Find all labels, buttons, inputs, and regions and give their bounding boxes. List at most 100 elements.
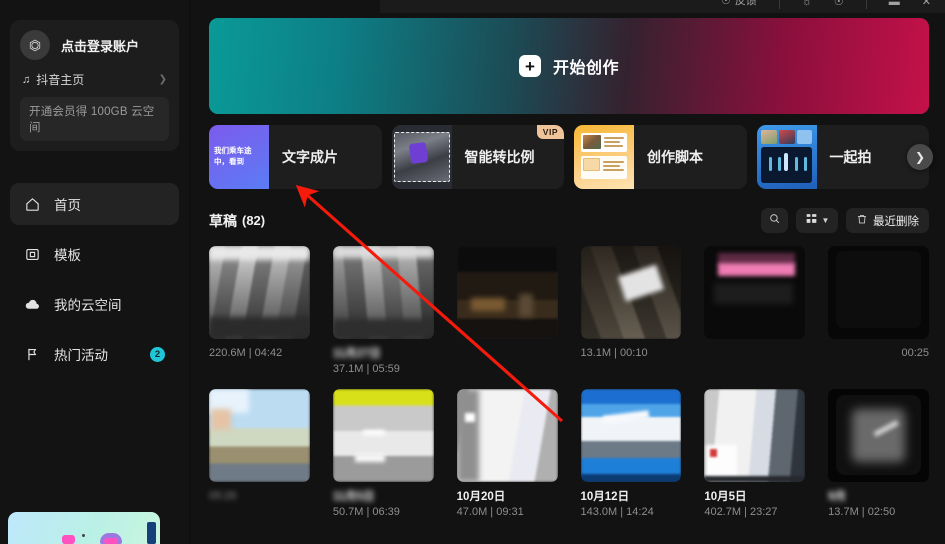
thumbnail-caption: 我们乘车途中，看到 (214, 146, 252, 166)
plus-icon: + (518, 55, 541, 77)
sidebar: ⏣ 点击登录账户 ♫ 抖音主页 ❯ 开通会员得 100GB 云空间 首页 模板 … (0, 0, 190, 544)
draft-meta: 402.7M | 23:27 (704, 506, 778, 518)
thumbnail-doc-line (604, 141, 620, 143)
draft-card[interactable] (456, 246, 558, 375)
thumbnail-doc-line (603, 161, 624, 163)
draft-card[interactable]: 11月27日 37.1M | 05:59 (332, 246, 434, 375)
draft-card[interactable]: 00:25 (828, 246, 929, 375)
feature-card-shoot-together[interactable]: 一起拍 (756, 125, 929, 189)
create-script-thumbnail (574, 125, 634, 189)
draft-thumbnail (332, 389, 434, 482)
chevron-right-icon: ❯ (914, 150, 926, 164)
thumbnail-doc-image (583, 135, 601, 149)
thumbnail-shadow (209, 317, 310, 339)
draft-meta: 37.1M | 05:59 (332, 363, 400, 375)
start-creating-button[interactable]: + 开始创作 (518, 54, 619, 78)
thumbnail-subject (519, 294, 534, 317)
thumbnail-beam (768, 157, 772, 171)
feature-card-smart-aspect-ratio[interactable]: 智能转比例 VIP (391, 125, 564, 189)
drafts-header: 草稿 (82) ▼ 最近删除 (209, 208, 929, 233)
draft-card[interactable] (704, 246, 806, 375)
draft-card[interactable]: 13.1M | 00:10 (580, 246, 682, 375)
notification-icon[interactable]: ☼ (802, 0, 812, 8)
search-button[interactable] (761, 208, 788, 233)
sidebar-item-home[interactable]: 首页 (10, 183, 179, 225)
sidebar-promo-card[interactable] (8, 512, 160, 544)
home-icon (24, 196, 41, 213)
feature-scroll-next-button[interactable]: ❯ (907, 144, 933, 170)
draft-thumbnail (704, 246, 806, 339)
draft-meta: 143.0M | 14:24 (580, 506, 654, 518)
smart-aspect-ratio-thumbnail (391, 125, 452, 189)
feedback-icon: ☉ (720, 0, 731, 7)
close-icon[interactable]: ✕ (922, 0, 931, 8)
promo-shape-icon (82, 534, 85, 537)
draft-card[interactable]: 220.6M | 04:42 (209, 246, 310, 375)
vip-badge: VIP (536, 125, 564, 139)
draft-card[interactable]: 10月20日 47.0M | 09:31 (456, 389, 558, 518)
thumbnail-subject (852, 409, 905, 462)
recently-deleted-button[interactable]: 最近删除 (846, 208, 929, 233)
feedback-label: 反馈 (734, 0, 757, 7)
help-icon[interactable]: ☉ (834, 0, 844, 8)
music-note-icon: ♫ (22, 73, 31, 86)
draft-title: 11月5日 (332, 491, 375, 503)
text-to-video-thumbnail: 我们乘车途中，看到 (209, 125, 269, 189)
douyin-homepage-row[interactable]: ♫ 抖音主页 ❯ (20, 71, 169, 88)
draft-thumbnail (828, 389, 929, 482)
draft-card[interactable]: 11月5日 50.7M | 06:39 (332, 389, 434, 518)
main-content: ☉ 反馈 ☼ ☉ ▬ ✕ + 开始创作 我们乘车途中，看到 文字成片 智能转比例… (190, 0, 945, 544)
feature-title: 一起拍 (829, 149, 872, 165)
promo-shape-icon (62, 535, 75, 544)
divider (865, 0, 867, 9)
draft-card[interactable]: 9月 13.7M | 02:50 (828, 389, 929, 518)
feature-card-create-script[interactable]: 创作脚本 (574, 125, 747, 189)
thumbnail-highlight (363, 429, 386, 436)
sidebar-item-label: 首页 (54, 198, 81, 213)
minimize-icon[interactable]: ▬ (889, 0, 900, 8)
draft-title: 10月5日 (704, 491, 747, 503)
draft-card[interactable]: 05:26 (209, 389, 310, 518)
account-card[interactable]: ⏣ 点击登录账户 ♫ 抖音主页 ❯ 开通会员得 100GB 云空间 (10, 20, 179, 151)
draft-card[interactable]: 10月5日 402.7M | 23:27 (704, 389, 806, 518)
sidebar-item-label: 模板 (54, 248, 81, 263)
draft-thumbnail (332, 246, 434, 339)
draft-thumbnail (704, 389, 806, 482)
sidebar-item-cloud[interactable]: 我的云空间 (10, 283, 179, 325)
shoot-together-thumbnail (756, 125, 817, 189)
feature-card-text-to-video[interactable]: 我们乘车途中，看到 文字成片 (209, 125, 382, 189)
sidebar-item-label: 我的云空间 (54, 298, 122, 313)
feature-title: 文字成片 (282, 149, 338, 165)
thumbnail-beam (794, 157, 798, 171)
draft-meta: 13.1M | 00:10 (580, 347, 648, 359)
thumbnail-doc-line (603, 169, 624, 171)
thumbnail-taskbar (580, 474, 682, 482)
grid-view-button[interactable]: ▼ (796, 208, 838, 233)
thumbnail-band (718, 262, 796, 276)
crop-marquee-icon (393, 132, 450, 182)
thumbnail-doc-box (583, 158, 600, 171)
thumbnail-doc-line (603, 165, 620, 167)
feedback-button[interactable]: ☉ 反馈 (721, 0, 757, 8)
feature-title: 创作脚本 (647, 149, 703, 165)
search-icon (768, 212, 781, 230)
chevron-right-icon: ❯ (158, 74, 167, 85)
vip-promo-badge[interactable]: 开通会员得 100GB 云空间 (20, 97, 169, 141)
start-creating-banner[interactable]: + 开始创作 (209, 18, 929, 114)
drafts-count: (82) (242, 213, 266, 228)
draft-card[interactable]: 10月12日 143.0M | 14:24 (580, 389, 682, 518)
sidebar-item-activity[interactable]: 热门活动 2 (10, 333, 179, 375)
thumbnail-subject (211, 409, 232, 430)
start-creating-label: 开始创作 (552, 60, 619, 77)
draft-thumbnail (209, 246, 310, 339)
feature-cards-row: 我们乘车途中，看到 文字成片 智能转比例 VIP 创作脚本 一起拍 ❯ (209, 125, 933, 189)
thumbnail-shadow (332, 319, 434, 339)
divider (778, 0, 780, 9)
draft-title: 10月20日 (456, 491, 506, 503)
account-row[interactable]: ⏣ 点击登录账户 (20, 30, 169, 60)
sidebar-item-template[interactable]: 模板 (10, 233, 179, 275)
logo-avatar-icon: ⏣ (20, 30, 50, 60)
promo-shape-icon (104, 538, 118, 544)
recently-deleted-label: 最近删除 (873, 215, 919, 228)
draft-thumbnail (456, 389, 558, 482)
